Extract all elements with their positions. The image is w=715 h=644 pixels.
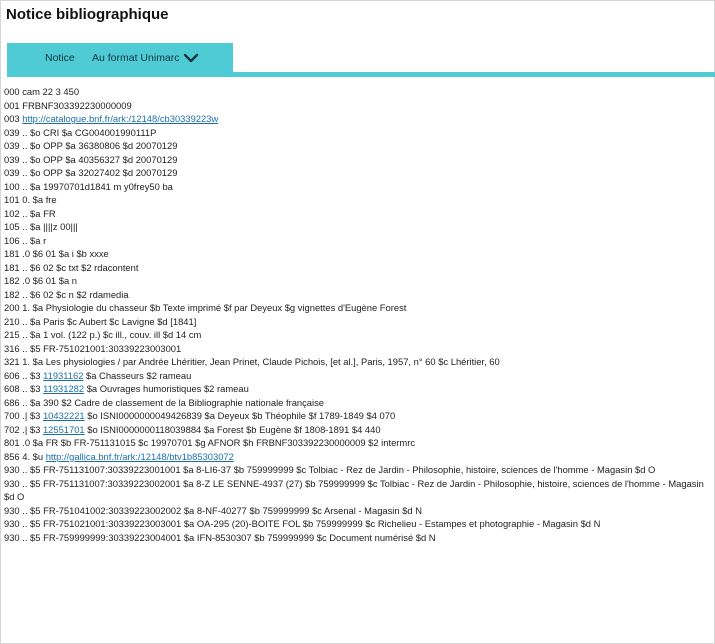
record-line: 316 .. $5 FR-751021001:30339223003001: [4, 342, 714, 356]
record-line: 608 .. $3 11931282 $a Ouvrages humoristi…: [4, 382, 714, 396]
record-field-text: 039 .. $o OPP $a 36380806 $d 20070129: [4, 140, 178, 151]
record-line: 686 .. $a 390 $2 Cadre de classement de …: [4, 396, 714, 410]
record-field-text: 200 1. $a Physiologie du chasseur $b Tex…: [4, 302, 407, 313]
record-field-text: 182 .0 $6 01 $a n: [4, 275, 77, 286]
record-line: 039 .. $o OPP $a 36380806 $d 20070129: [4, 139, 714, 153]
record-field-text: 105 .. $a ||||z 00|||: [4, 221, 78, 232]
record-field-text: 930 .. $5 FR-751131007:30339223001001 $a…: [4, 464, 656, 475]
record-field-text: 606 .. $3: [4, 369, 44, 381]
record-field-text: 700 .| $3: [4, 410, 43, 421]
record-field-text: $o ISNI0000000049426839 $a Deyeux $b Thé…: [84, 410, 396, 421]
record-field-text: 930 .. $5 FR-751021001:30339223003001 $a…: [4, 518, 601, 529]
record-field-text: 000 cam 22 3 450: [4, 86, 80, 97]
record-link[interactable]: 12551701: [43, 424, 85, 435]
record-field-text: 181 .0 $6 01 $a i $b xxxe: [4, 248, 109, 259]
record-field-text: 801 .0 $a FR $b FR-751131015 $c 19970701…: [4, 437, 416, 448]
record-line: 000 cam 22 3 450: [4, 85, 714, 99]
record-line: 702 .| $3 12551701 $o ISNI00000001180398…: [4, 423, 714, 437]
record-field-text: 106 .. $a r: [4, 234, 47, 246]
chevron-down-icon[interactable]: [183, 52, 199, 64]
record-field-text: 181 .. $6 02 $c txt $2 rdacontent: [4, 261, 139, 273]
record-line: 182 .0 $6 01 $a n: [4, 274, 714, 288]
record-field-text: 856 4. $u: [4, 450, 46, 462]
record-line: 181 .. $6 02 $c txt $2 rdacontent: [4, 261, 714, 275]
record-line: 106 .. $a r: [4, 234, 714, 248]
notice-panel: Notice bibliographique Notice Au format …: [0, 0, 715, 644]
record-field-text: $a Chasseurs $2 rameau: [83, 369, 192, 381]
record-field-text: 930 .. $5 FR-759999999:30339223004001 $a…: [4, 531, 436, 543]
record-line: 215 .. $a 1 vol. (122 p.) $c ill., couv.…: [4, 328, 714, 342]
record-line: 182 .. $6 02 $c n $2 rdamedia: [4, 288, 714, 302]
record-line: 930 .. $5 FR-751131007:30339223001001 $a…: [4, 463, 714, 477]
record-link[interactable]: 10432221: [43, 410, 85, 421]
record-field-text: 608 .. $3: [4, 383, 44, 394]
record-field-text: 182 .. $6 02 $c n $2 rdamedia: [4, 288, 129, 300]
record-line: 700 .| $3 10432221 $o ISNI00000000494268…: [4, 409, 714, 423]
record-field-text: 930 .. $5 FR-751131007:30339223002001 $a…: [4, 477, 704, 503]
record-line: 321 1. $a Les physiologies / par Andrée …: [4, 355, 714, 369]
record-field-text: 210 .. $a Paris $c Aubert $c Lavigne $d …: [4, 315, 197, 327]
record-field-text: 321 1. $a Les physiologies / par Andrée …: [4, 356, 500, 367]
record-link[interactable]: 11931282: [43, 383, 84, 394]
record-field-text: 003: [4, 113, 23, 124]
record-line: 102 .. $a FR: [4, 207, 714, 221]
record-link[interactable]: http://catalogue.bnf.fr/ark:/12148/cb303…: [22, 113, 218, 124]
record-field-text: 102 .. $a FR: [4, 207, 56, 219]
record-line: 100 .. $a 19970701d1841 m y0frey50 ba: [4, 180, 714, 194]
record-field-text: 101 0. $a fre: [4, 194, 57, 205]
record-line: 039 .. $o CRI $a CG004001990111P: [4, 126, 714, 140]
record-line: 105 .. $a ||||z 00|||: [4, 220, 714, 234]
record-line: 930 .. $5 FR-751021001:30339223003001 $a…: [4, 517, 714, 531]
record-line: 003 http://catalogue.bnf.fr/ark:/12148/c…: [4, 112, 714, 126]
record-field-text: $o ISNI0000000118039884 $a Forest $b Eug…: [84, 423, 381, 435]
record-line: 930 .. $5 FR-759999999:30339223004001 $a…: [4, 531, 714, 545]
record-line: 101 0. $a fre: [4, 193, 714, 207]
record-link[interactable]: 11931162: [43, 370, 83, 381]
tab-underline: [7, 72, 715, 77]
record-field-text: 215 .. $a 1 vol. (122 p.) $c ill., couv.…: [4, 329, 202, 340]
tab-bar: Notice Au format Unimarc: [1, 43, 715, 77]
record-line: 606 .. $3 11931162 $a Chasseurs $2 ramea…: [4, 369, 714, 383]
record-line: 210 .. $a Paris $c Aubert $c Lavigne $d …: [4, 315, 714, 329]
record-line: 200 1. $a Physiologie du chasseur $b Tex…: [4, 301, 714, 315]
record-field-text: 039 .. $o OPP $a 40356327 $d 20070129: [4, 153, 178, 165]
record-field-text: 039 .. $o OPP $a 32027402 $d 20070129: [4, 167, 178, 178]
record-line: 039 .. $o OPP $a 32027402 $d 20070129: [4, 166, 714, 180]
record-line: 039 .. $o OPP $a 40356327 $d 20070129: [4, 153, 714, 167]
record-line: 001 FRBNF303392230000009: [4, 99, 714, 113]
unimarc-record: 000 cam 22 3 450 001 FRBNF303392230000009…: [4, 85, 714, 544]
page-title: Notice bibliographique: [6, 6, 169, 23]
record-link[interactable]: http://gallica.bnf.fr/ark:/12148/btv1b85…: [46, 451, 234, 462]
record-field-text: $a Ouvrages humoristiques $2 rameau: [84, 383, 249, 394]
record-line: 856 4. $u http://gallica.bnf.fr/ark:/121…: [4, 450, 714, 464]
record-field-text: 316 .. $5 FR-751021001:30339223003001: [4, 342, 182, 354]
record-field-text: 930 .. $5 FR-751041002:30339223002002 $a…: [4, 504, 423, 516]
record-line: 181 .0 $6 01 $a i $b xxxe: [4, 247, 714, 261]
record-field-text: 686 .. $a 390 $2 Cadre de classement de …: [4, 396, 325, 408]
tab-notice-format[interactable]: Notice Au format Unimarc: [7, 43, 233, 73]
tab-format-label[interactable]: Au format Unimarc: [92, 52, 180, 64]
record-field-text: 702 .| $3: [4, 423, 43, 435]
record-field-text: 039 .. $o CRI $a CG004001990111P: [4, 126, 157, 138]
record-line: 801 .0 $a FR $b FR-751131015 $c 19970701…: [4, 436, 714, 450]
record-field-text: 001 FRBNF303392230000009: [4, 99, 132, 111]
record-line: 930 .. $5 FR-751041002:30339223002002 $a…: [4, 504, 714, 518]
tab-notice-label[interactable]: Notice: [45, 52, 75, 64]
record-field-text: 100 .. $a 19970701d1841 m y0frey50 ba: [4, 180, 173, 192]
record-line: 930 .. $5 FR-751131007:30339223002001 $a…: [4, 477, 714, 504]
